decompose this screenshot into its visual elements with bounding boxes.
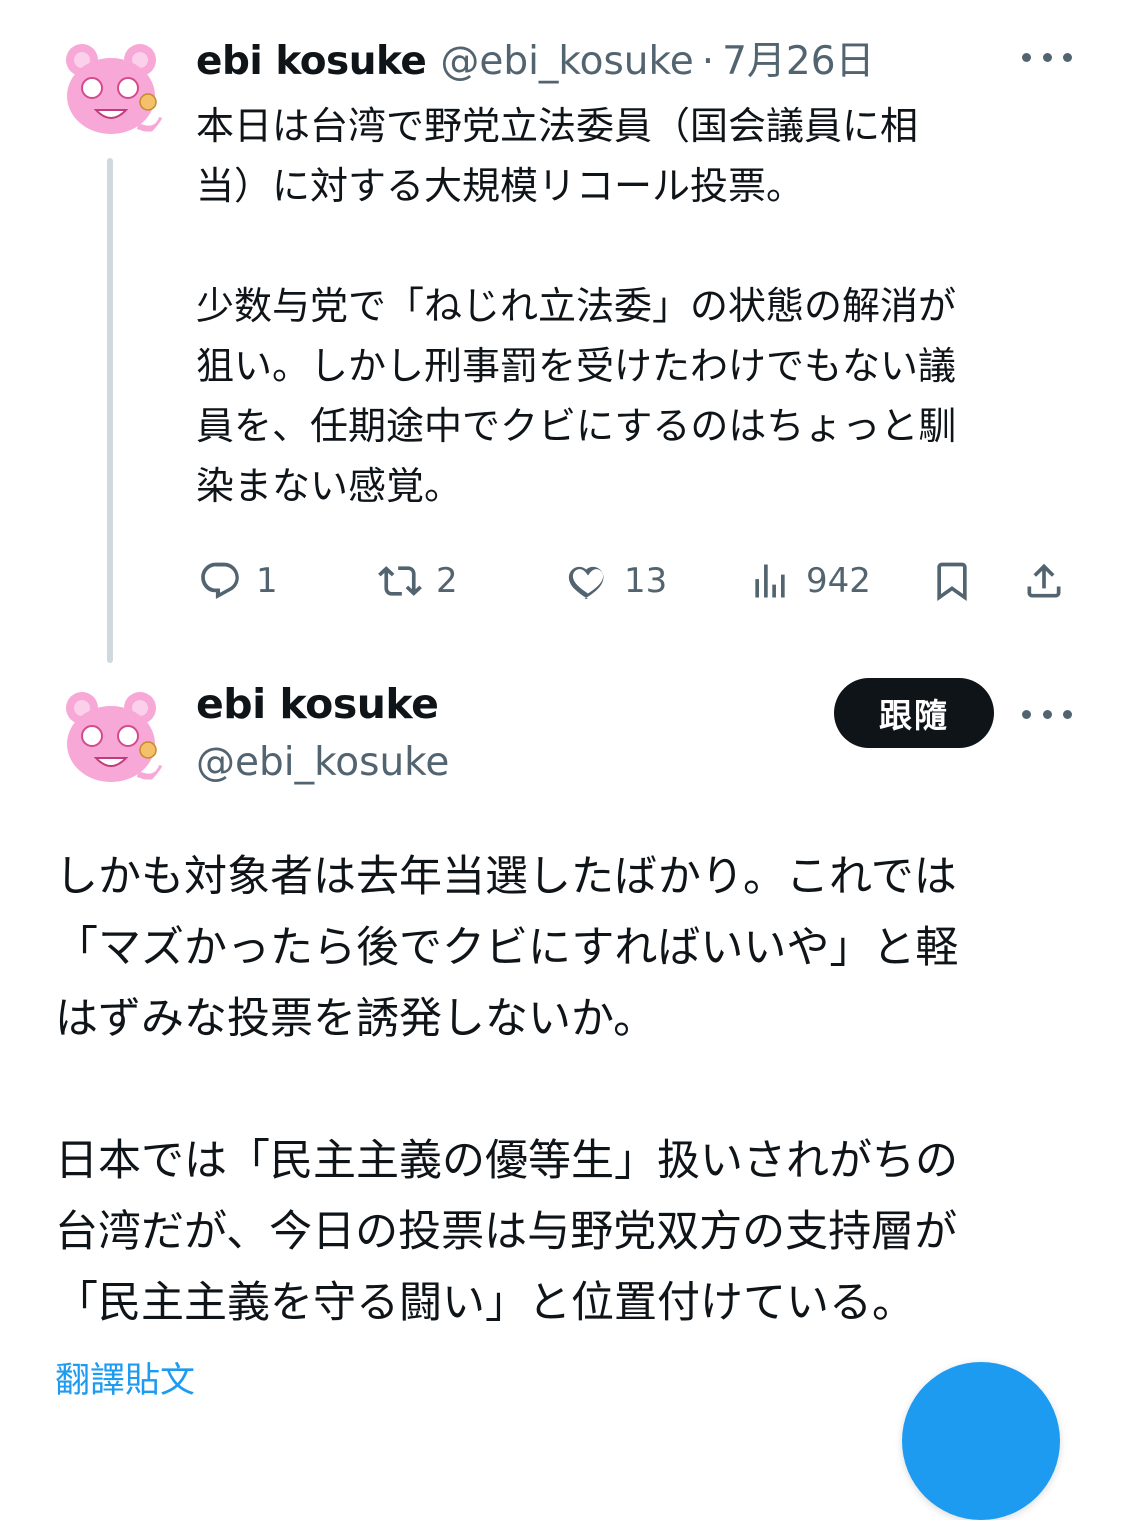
compose-button[interactable] <box>902 1362 1060 1520</box>
user-handle[interactable]: @ebi_kosuke <box>196 740 449 785</box>
share-icon <box>1027 563 1061 598</box>
user-handle[interactable]: @ebi_kosuke <box>440 39 693 84</box>
bookmark-icon <box>937 562 967 602</box>
tweet-text: しかも対象者は去年当選したばかり。これでは 「マズかったら後でクビにすればいいや… <box>55 852 959 1328</box>
retweet-icon <box>378 566 422 596</box>
reply-button[interactable]: 1 <box>198 552 278 610</box>
bookmark-button[interactable] <box>930 552 974 610</box>
like-count: 13 <box>624 561 668 601</box>
display-name[interactable]: ebi kosuke <box>196 39 427 84</box>
reply-count: 1 <box>256 561 278 601</box>
retweet-button[interactable]: 2 <box>378 552 458 610</box>
avatar[interactable] <box>52 30 170 148</box>
like-button[interactable]: 13 <box>566 552 667 610</box>
tweet-date[interactable]: 7月26日 <box>722 30 874 86</box>
share-button[interactable] <box>1022 552 1066 610</box>
reply-icon <box>201 562 239 600</box>
more-icon[interactable] <box>1022 704 1072 724</box>
avatar[interactable] <box>52 678 170 796</box>
more-icon[interactable] <box>1022 47 1072 67</box>
views-count: 942 <box>806 561 871 601</box>
display-name[interactable]: ebi kosuke <box>196 680 439 728</box>
thread-line <box>107 158 113 663</box>
tweet-text: 本日は台湾で野党立法委員（国会議員に相 当）に対する大規模リコール投票。 少数与… <box>196 104 957 508</box>
translate-link[interactable]: 翻譯貼文 <box>55 1352 195 1403</box>
tweet-header: ebi kosuke @ebi_kosuke · 7月26日 <box>196 30 875 86</box>
views-icon <box>755 564 785 598</box>
views-button[interactable]: 942 <box>748 552 871 610</box>
separator-dot: · <box>701 39 715 84</box>
like-icon <box>568 566 604 600</box>
follow-button[interactable]: 跟隨 <box>834 678 994 748</box>
retweet-count: 2 <box>436 561 458 601</box>
